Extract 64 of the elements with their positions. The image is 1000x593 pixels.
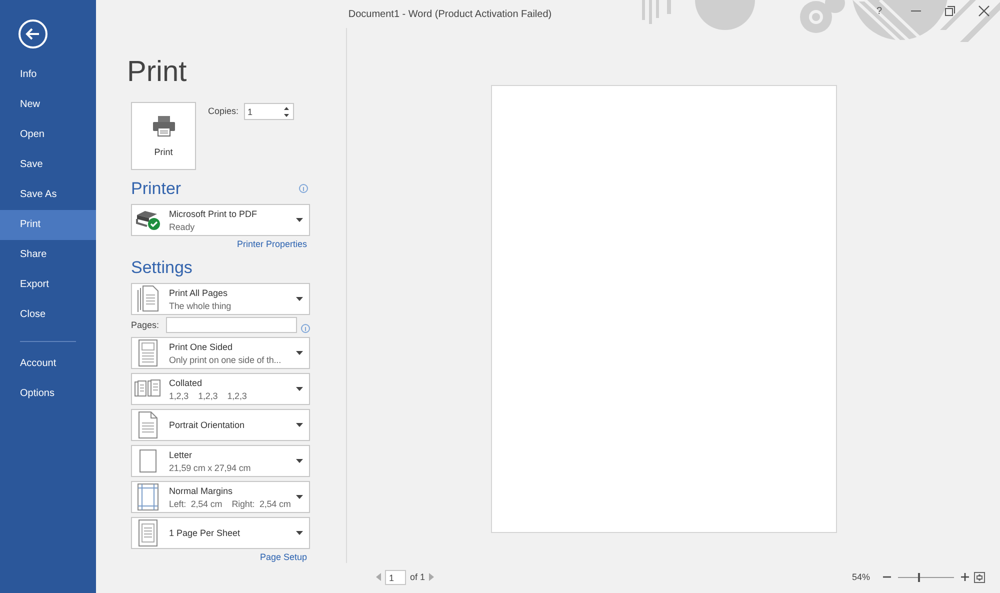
page-setup-link[interactable]: Page Setup bbox=[260, 552, 307, 562]
printer-dropdown[interactable]: Microsoft Print to PDF Ready bbox=[131, 204, 310, 236]
close-icon[interactable] bbox=[978, 5, 990, 17]
caret-icon bbox=[296, 218, 303, 222]
option-title: Letter bbox=[169, 450, 194, 460]
sidebar-item[interactable]: Save bbox=[0, 150, 96, 180]
option-title: Print All Pages bbox=[169, 288, 229, 298]
pages-label: Pages: bbox=[131, 320, 160, 330]
section-heading: Settings bbox=[131, 257, 192, 279]
caret-icon bbox=[296, 423, 303, 427]
sidebar-item[interactable]: Export bbox=[0, 270, 96, 300]
caret-icon bbox=[296, 459, 303, 463]
sidebar-item[interactable]: Options bbox=[0, 379, 96, 409]
help-button[interactable]: ? bbox=[876, 6, 882, 16]
print-button[interactable]: Print bbox=[131, 102, 196, 170]
sidebar-item[interactable]: Save As bbox=[0, 180, 96, 210]
option-subtitle: 21,59 cm x 27,94 cm bbox=[169, 462, 252, 472]
settings-dropdown[interactable]: Print All Pages The whole thing bbox=[131, 283, 310, 315]
printer-properties-link[interactable]: Printer Properties bbox=[236, 239, 307, 249]
spin-arrows-icon[interactable] bbox=[282, 106, 290, 118]
sidebar-item[interactable]: Open bbox=[0, 120, 96, 150]
settings-dropdown[interactable]: Letter 21,59 cm x 27,94 cm bbox=[131, 445, 310, 477]
caret-icon bbox=[296, 531, 303, 535]
pages-field[interactable] bbox=[166, 317, 297, 333]
option-subtitle: Left: 2,54 cm Right: 2,54 cm bbox=[169, 498, 292, 508]
printer-icon bbox=[152, 115, 176, 137]
zoom-percent: 54% bbox=[852, 572, 870, 582]
page-count: of 1 bbox=[410, 572, 426, 582]
caret-icon bbox=[296, 495, 303, 499]
settings-dropdown[interactable]: 1 Page Per Sheet bbox=[131, 517, 310, 549]
fit-page-icon[interactable] bbox=[974, 572, 985, 582]
sidebar-item[interactable]: New bbox=[0, 90, 96, 120]
sidebar-item[interactable]: Print bbox=[0, 210, 96, 240]
settings-dropdown[interactable]: Collated 1,2,3 1,2,3 1,2,3 bbox=[131, 373, 310, 405]
option-title: Collated bbox=[169, 378, 204, 388]
settings-dropdown[interactable]: Portrait Orientation bbox=[131, 409, 310, 441]
page-title: Print bbox=[127, 55, 187, 89]
zoom-in-icon[interactable] bbox=[961, 573, 969, 581]
back-icon[interactable] bbox=[18, 19, 48, 49]
slider-thumb[interactable] bbox=[918, 572, 920, 582]
sidebar-item[interactable]: Info bbox=[0, 60, 96, 90]
caret-icon bbox=[296, 297, 303, 301]
sidebar-item[interactable]: Account bbox=[0, 349, 96, 379]
copies-spinner[interactable]: 1 bbox=[244, 103, 294, 120]
printer-name: Microsoft Print to PDF bbox=[169, 208, 258, 218]
option-title: Normal Margins bbox=[169, 486, 234, 496]
caret-icon bbox=[296, 351, 303, 355]
copies-label: Copies: bbox=[208, 105, 239, 118]
option-title: Print One Sided bbox=[169, 342, 234, 352]
option-subtitle: 1,2,3 1,2,3 1,2,3 bbox=[169, 390, 248, 400]
option-subtitle: Only print on one side of th... bbox=[169, 354, 282, 364]
section-heading: Printer bbox=[131, 178, 182, 200]
option-subtitle: The whole thing bbox=[169, 300, 232, 310]
restore-icon[interactable] bbox=[944, 5, 956, 17]
sidebar-item[interactable]: Share bbox=[0, 240, 96, 270]
caret-icon bbox=[296, 387, 303, 391]
settings-dropdown[interactable]: Normal Margins Left: 2,54 cm Right: 2,54 cm bbox=[131, 481, 310, 513]
window-title: Document1 - Word (Product Activation Failed) bbox=[348, 8, 552, 20]
page-number-field[interactable]: 1 bbox=[385, 570, 406, 584]
settings-dropdown[interactable]: Print One Sided Only print on one side of th... bbox=[131, 337, 310, 369]
option-title: 1 Page Per Sheet bbox=[169, 528, 242, 538]
printer-status: Ready bbox=[169, 222, 196, 232]
sidebar-item[interactable]: Close bbox=[0, 300, 96, 330]
option-title: Portrait Orientation bbox=[169, 420, 246, 430]
